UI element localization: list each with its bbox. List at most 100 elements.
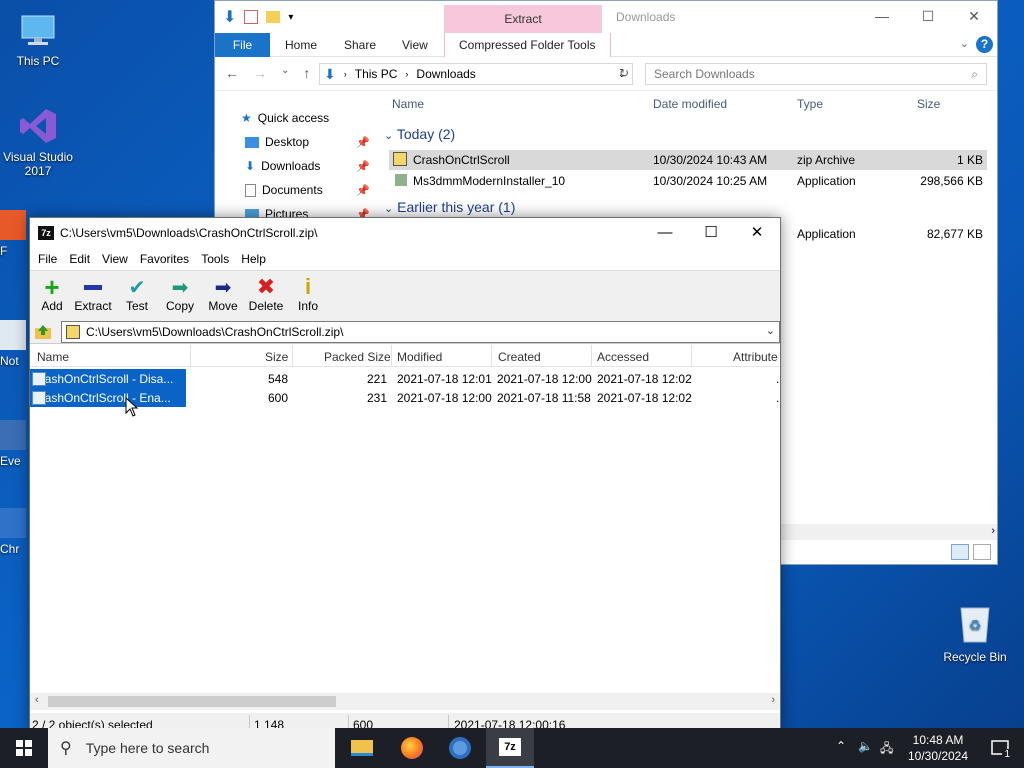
desktop-icon-visual-studio[interactable]: Visual Studio 2017 <box>0 106 76 178</box>
expand-ribbon-icon[interactable]: ⌄ <box>960 37 969 50</box>
nav-desktop[interactable]: Desktop 📌 <box>245 132 370 152</box>
path-input[interactable]: C:\Users\vm5\Downloads\CrashOnCtrlScroll… <box>61 321 780 343</box>
nav-downloads[interactable]: ⬇ Downloads 📌 <box>245 156 370 176</box>
refresh-icon[interactable]: ↻ <box>619 66 629 80</box>
large-icons-view-icon[interactable] <box>973 544 991 560</box>
extract-context-tab[interactable]: Extract <box>444 5 602 33</box>
properties-icon[interactable] <box>244 10 259 24</box>
maximize-button[interactable]: ☐ <box>688 218 734 248</box>
add-button[interactable]: + Add <box>30 274 74 313</box>
clock[interactable]: 10:48 AM 10/30/2024 <box>906 732 970 764</box>
chevron-up-icon[interactable]: ⌃ <box>836 739 846 753</box>
group-header-today[interactable]: ⌄ Today (2) <box>384 126 455 142</box>
maximize-button[interactable]: ☐ <box>905 1 951 31</box>
address-bar[interactable]: ⬇ › This PC › Downloads ⌄ <box>319 63 633 85</box>
desktop-icon-this-pc[interactable]: This PC <box>0 10 76 68</box>
notification-center-icon[interactable]: 1 <box>990 738 1012 760</box>
taskbar-chromium[interactable] <box>436 728 484 768</box>
back-arrow-icon[interactable]: ← <box>225 65 239 81</box>
copy-button[interactable]: ➡ Copy <box>158 275 202 314</box>
column-header-size[interactable]: Size <box>265 350 288 364</box>
up-arrow-icon[interactable]: ↑ <box>303 65 310 81</box>
menu-view[interactable]: View <box>96 248 134 270</box>
menu-favorites[interactable]: Favorites <box>134 248 195 270</box>
nav-documents[interactable]: Documents 📌 <box>245 180 370 200</box>
column-header-date[interactable]: Date modified <box>653 97 727 111</box>
desktop-icon-partial-4[interactable]: Chr <box>0 508 30 556</box>
column-header-created[interactable]: Created <box>498 350 541 364</box>
sevenzip-title-bar[interactable]: 7z C:\Users\vm5\Downloads\CrashOnCtrlScr… <box>30 218 780 248</box>
menu-edit[interactable]: Edit <box>63 248 96 270</box>
taskbar-file-explorer[interactable] <box>338 728 386 768</box>
menu-file[interactable]: File <box>32 248 63 270</box>
desktop-folder-icon <box>245 136 259 148</box>
pin-icon[interactable]: 📌 <box>356 184 370 197</box>
column-header-modified[interactable]: Modified <box>397 350 442 364</box>
row-name-cell[interactable]: CrashOnCtrlScroll - Disa... <box>30 369 186 388</box>
sevenzip-window[interactable]: 7z C:\Users\vm5\Downloads\CrashOnCtrlScr… <box>29 217 781 732</box>
breadcrumb-this-pc[interactable]: This PC <box>355 67 398 81</box>
breadcrumb-separator-icon: › <box>405 69 409 79</box>
column-header-size[interactable]: Size <box>917 97 940 111</box>
menu-tools[interactable]: Tools <box>195 248 235 270</box>
column-header-packed-size[interactable]: Packed Size <box>324 350 391 364</box>
column-header-attributes[interactable]: Attribute <box>733 350 778 364</box>
scroll-left-icon[interactable]: ‹ <box>35 694 39 706</box>
close-button[interactable]: ✕ <box>951 1 997 31</box>
folder-up-icon[interactable] <box>34 323 52 341</box>
scroll-right-icon[interactable]: › <box>991 525 995 537</box>
taskbar-sevenzip[interactable]: 7z <box>486 728 534 768</box>
explorer-horizontal-scrollbar[interactable]: › <box>781 524 997 540</box>
tab-view[interactable]: View <box>402 33 428 57</box>
nav-quick-access[interactable]: ★ Quick access <box>241 108 366 128</box>
menu-help[interactable]: Help <box>235 248 272 270</box>
taskbar-search-box[interactable]: ⚲ Type here to search <box>48 728 335 768</box>
forward-arrow-icon[interactable]: → <box>253 65 267 81</box>
search-input[interactable]: Search Downloads ⌕ <box>645 63 987 85</box>
recent-locations-icon[interactable]: ⌄ <box>281 65 289 81</box>
table-row[interactable]: CrashOnCtrlScroll - Ena... 600 231 2021-… <box>30 388 780 407</box>
taskbar-firefox[interactable] <box>388 728 436 768</box>
pin-icon[interactable]: 📌 <box>356 160 370 173</box>
group-header-earlier[interactable]: ⌄ Earlier this year (1) <box>384 199 515 215</box>
sevenzip-horizontal-scrollbar[interactable]: ‹ › <box>30 693 780 710</box>
volume-muted-icon[interactable]: 🔈 <box>858 739 873 753</box>
download-arrow-icon[interactable]: ⬇ <box>223 7 236 27</box>
extract-button[interactable]: Extract <box>71 275 115 313</box>
file-row[interactable]: Ms3dmmModernInstaller_10 10/30/2024 10:2… <box>389 171 987 191</box>
network-icon[interactable]: 🖧 <box>880 739 893 760</box>
explorer-title-bar[interactable]: ⬇ ▾ Extract Downloads — ☐ ✕ <box>215 1 997 33</box>
info-button[interactable]: i Info <box>286 274 330 313</box>
scroll-right-icon[interactable]: › <box>771 694 775 706</box>
tab-home[interactable]: Home <box>285 33 317 57</box>
delete-button[interactable]: ✖ Delete <box>244 274 288 313</box>
minimize-button[interactable]: — <box>859 1 905 31</box>
desktop-icon-partial-3[interactable]: Eve <box>0 420 30 468</box>
table-row[interactable]: CrashOnCtrlScroll - Disa... 548 221 2021… <box>30 369 780 388</box>
scrollbar-thumb[interactable] <box>48 696 336 707</box>
desktop-icon-recycle-bin[interactable]: ♻ Recycle Bin <box>940 602 1010 664</box>
desktop-icon-partial-2[interactable]: Not <box>0 320 30 368</box>
move-button[interactable]: ➡ Move <box>201 275 245 314</box>
column-header-accessed[interactable]: Accessed <box>597 350 649 364</box>
column-header-type[interactable]: Type <box>797 97 823 111</box>
breadcrumb-downloads[interactable]: Downloads <box>416 67 475 81</box>
start-button[interactable] <box>0 728 48 768</box>
desktop-icon-partial-1[interactable]: F <box>0 210 30 258</box>
column-header-name[interactable]: Name <box>392 97 424 111</box>
new-folder-icon[interactable] <box>266 11 281 23</box>
file-row[interactable]: CrashOnCtrlScroll 10/30/2024 10:43 AM zi… <box>389 150 987 170</box>
tab-compressed-folder-tools[interactable]: Compressed Folder Tools <box>444 33 611 57</box>
tab-file[interactable]: File <box>215 33 270 57</box>
close-button[interactable]: ✕ <box>734 218 780 248</box>
path-dropdown-icon[interactable]: ⌄ <box>766 324 775 337</box>
help-icon[interactable]: ? <box>976 36 993 53</box>
details-view-icon[interactable] <box>951 544 969 560</box>
tab-share[interactable]: Share <box>344 33 376 57</box>
test-button[interactable]: ✔ Test <box>115 275 159 314</box>
column-header-name[interactable]: Name <box>37 350 69 364</box>
row-name-cell[interactable]: CrashOnCtrlScroll - Ena... <box>30 388 186 407</box>
customize-qat-icon[interactable]: ▾ <box>288 12 293 23</box>
pin-icon[interactable]: 📌 <box>356 136 370 149</box>
minimize-button[interactable]: — <box>642 218 688 248</box>
